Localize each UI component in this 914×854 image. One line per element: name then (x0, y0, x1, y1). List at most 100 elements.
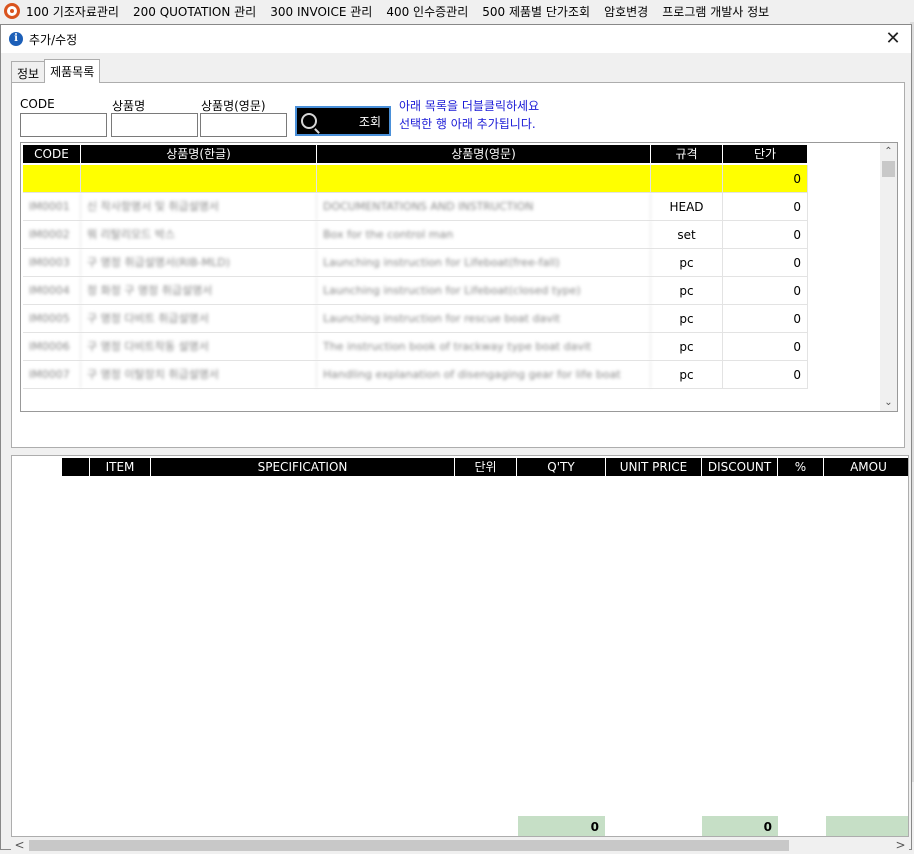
cell-spec: pc (651, 249, 723, 276)
menu-item-basic-data[interactable]: 100 기조자료관리 (26, 3, 119, 20)
cell-name-en: DOCUMENTATIONS AND INSTRUCTION (317, 193, 651, 220)
cell-spec: pc (651, 333, 723, 360)
menu-item-unit-price[interactable]: 500 제품별 단가조회 (482, 3, 590, 20)
total-qty: 0 (518, 816, 605, 836)
table-row[interactable]: IM0004 정 화정 구 명정 취급설명서 Launching instruc… (23, 277, 808, 305)
cell-name-kr: 구 명정 다비트 취급설명서 (81, 305, 317, 332)
table-row-selected[interactable]: 0 (23, 165, 808, 193)
cell-name-en: Box for the control man (317, 221, 651, 248)
cell-name-en: Launching instruction for Lifeboat(close… (317, 277, 651, 304)
name-kr-label: 상품명 (112, 99, 146, 113)
cell-code: IM0001 (23, 193, 81, 220)
magnifier-icon (301, 113, 317, 129)
table-row[interactable]: IM0005 구 명정 다비트 취급설명서 Launching instruct… (23, 305, 808, 333)
cell-name-kr: 구 명정 취급설명서(RIB-MLD) (81, 249, 317, 276)
tab-product-list[interactable]: 제품목록 (44, 59, 101, 83)
table-row[interactable]: IM0006 구 명정 다비트작동 설명서 The instruction bo… (23, 333, 808, 361)
cell-name-en: Handling explanation of disengaging gear… (317, 361, 651, 388)
cell-name-en: Launching instruction for rescue boat da… (317, 305, 651, 332)
cell-price: 0 (723, 305, 808, 332)
tab-bar: 정보 제품목록 (11, 59, 101, 83)
scroll-down-icon[interactable]: ⌄ (880, 394, 897, 411)
cell-name-kr: 구 명정 이탈장치 취급설명서 (81, 361, 317, 388)
table-row[interactable]: IM0007 구 명정 이탈장치 취급설명서 Handling explanat… (23, 361, 808, 389)
cell-code: IM0005 (23, 305, 81, 332)
cell-price: 0 (723, 277, 808, 304)
col-header-spec[interactable]: 규격 (651, 145, 723, 163)
product-list-panel: CODE 상품명 상품명(영문) 조회 아래 목록을 더블클릭하세요 선택한 행… (11, 82, 905, 448)
menu-item-invoice[interactable]: 300 INVOICE 관리 (270, 3, 372, 20)
menu-item-receipt[interactable]: 400 인수증관리 (386, 3, 468, 20)
cell-spec: pc (651, 361, 723, 388)
col-header-discount[interactable]: DISCOUNT (702, 458, 778, 476)
scroll-left-icon[interactable]: < (11, 837, 28, 854)
col-header-percent[interactable]: % (778, 458, 824, 476)
col-header-blank (12, 458, 62, 476)
cell-spec: set (651, 221, 723, 248)
invoice-item-grid: ITEM SPECIFICATION 단위 Q'TY UNIT PRICE DI… (11, 455, 909, 837)
cell-name-en (317, 165, 651, 192)
close-button[interactable]: ✕ (883, 29, 903, 49)
hscroll-thumb[interactable] (29, 840, 789, 851)
invoice-grid-header: ITEM SPECIFICATION 단위 Q'TY UNIT PRICE DI… (12, 458, 908, 476)
name-en-input[interactable] (200, 113, 287, 137)
cell-price: 0 (723, 193, 808, 220)
cell-code: IM0002 (23, 221, 81, 248)
cell-spec: HEAD (651, 193, 723, 220)
col-header-item[interactable]: ITEM (90, 458, 151, 476)
col-header-amount[interactable]: AMOU (824, 458, 908, 476)
scroll-right-icon[interactable]: > (892, 837, 909, 854)
name-en-label: 상품명(영문) (201, 99, 266, 113)
cell-name-kr: 뭐 리탈리모드 박스 (81, 221, 317, 248)
cell-spec (651, 165, 723, 192)
search-button-label: 조회 (358, 114, 381, 129)
col-header-code[interactable]: CODE (23, 145, 81, 163)
name-kr-input[interactable] (111, 113, 198, 137)
cell-code (23, 165, 81, 192)
cell-name-kr: 구 명정 다비트작동 설명서 (81, 333, 317, 360)
dialog-body: 정보 제품목록 CODE 상품명 상품명(영문) 조회 아래 목록을 더블클릭하… (1, 53, 911, 854)
cell-spec: pc (651, 305, 723, 332)
col-header-name-en[interactable]: 상품명(영문) (317, 145, 651, 163)
cell-price: 0 (723, 221, 808, 248)
dialog-title: 추가/수정 (29, 32, 78, 47)
product-grid: CODE 상품명(한글) 상품명(영문) 규격 단가 0 IM0001 신 작사… (20, 142, 898, 412)
col-header-unit-price[interactable]: UNIT PRICE (606, 458, 702, 476)
dialog-titlebar: i 추가/수정 ✕ (1, 25, 911, 53)
cell-code: IM0003 (23, 249, 81, 276)
code-input[interactable] (20, 113, 107, 137)
hint-insert-below: 선택한 행 아래 추가됩니다. (399, 117, 536, 131)
table-row[interactable]: IM0001 신 작사항명서 및 취급설명서 DOCUMENTATIONS AN… (23, 193, 808, 221)
col-header-name-kr[interactable]: 상품명(한글) (81, 145, 317, 163)
cell-code: IM0004 (23, 277, 81, 304)
col-header-price[interactable]: 단가 (723, 145, 808, 163)
cell-name-en: Launching instruction for Lifeboat(free-… (317, 249, 651, 276)
cell-name-en: The instruction book of trackway type bo… (317, 333, 651, 360)
info-icon: i (9, 32, 23, 46)
col-header-specification[interactable]: SPECIFICATION (151, 458, 455, 476)
search-button[interactable]: 조회 (295, 106, 391, 136)
table-row[interactable]: IM0003 구 명정 취급설명서(RIB-MLD) Launching ins… (23, 249, 808, 277)
col-header-row-marker (62, 458, 90, 476)
app-menubar: 100 기조자료관리 200 QUOTATION 관리 300 INVOICE … (0, 0, 914, 22)
tab-info[interactable]: 정보 (11, 61, 46, 83)
scroll-up-icon[interactable]: ⌃ (880, 143, 897, 160)
cell-code: IM0007 (23, 361, 81, 388)
menu-item-change-password[interactable]: 암호변경 (604, 3, 648, 20)
cell-name-kr: 신 작사항명서 및 취급설명서 (81, 193, 317, 220)
menu-item-quotation[interactable]: 200 QUOTATION 관리 (133, 3, 256, 20)
product-grid-rows: 0 IM0001 신 작사항명서 및 취급설명서 DOCUMENTATIONS … (23, 165, 808, 389)
menu-item-developer-info[interactable]: 프로그램 개발사 정보 (662, 3, 769, 20)
total-amount (826, 816, 908, 836)
product-grid-vscroll[interactable]: ⌃ ⌄ (880, 143, 897, 411)
col-header-qty[interactable]: Q'TY (517, 458, 606, 476)
cell-price: 0 (723, 165, 808, 192)
col-header-unit[interactable]: 단위 (455, 458, 517, 476)
add-edit-dialog: i 추가/수정 ✕ 정보 제품목록 CODE 상품명 상품명(영문) 조회 아래… (0, 24, 912, 854)
app-logo-icon (4, 3, 20, 19)
scroll-thumb[interactable] (882, 161, 895, 177)
code-label: CODE (20, 97, 55, 111)
table-row[interactable]: IM0002 뭐 리탈리모드 박스 Box for the control ma… (23, 221, 808, 249)
invoice-grid-hscroll[interactable]: < > (11, 837, 909, 854)
total-discount: 0 (702, 816, 778, 836)
